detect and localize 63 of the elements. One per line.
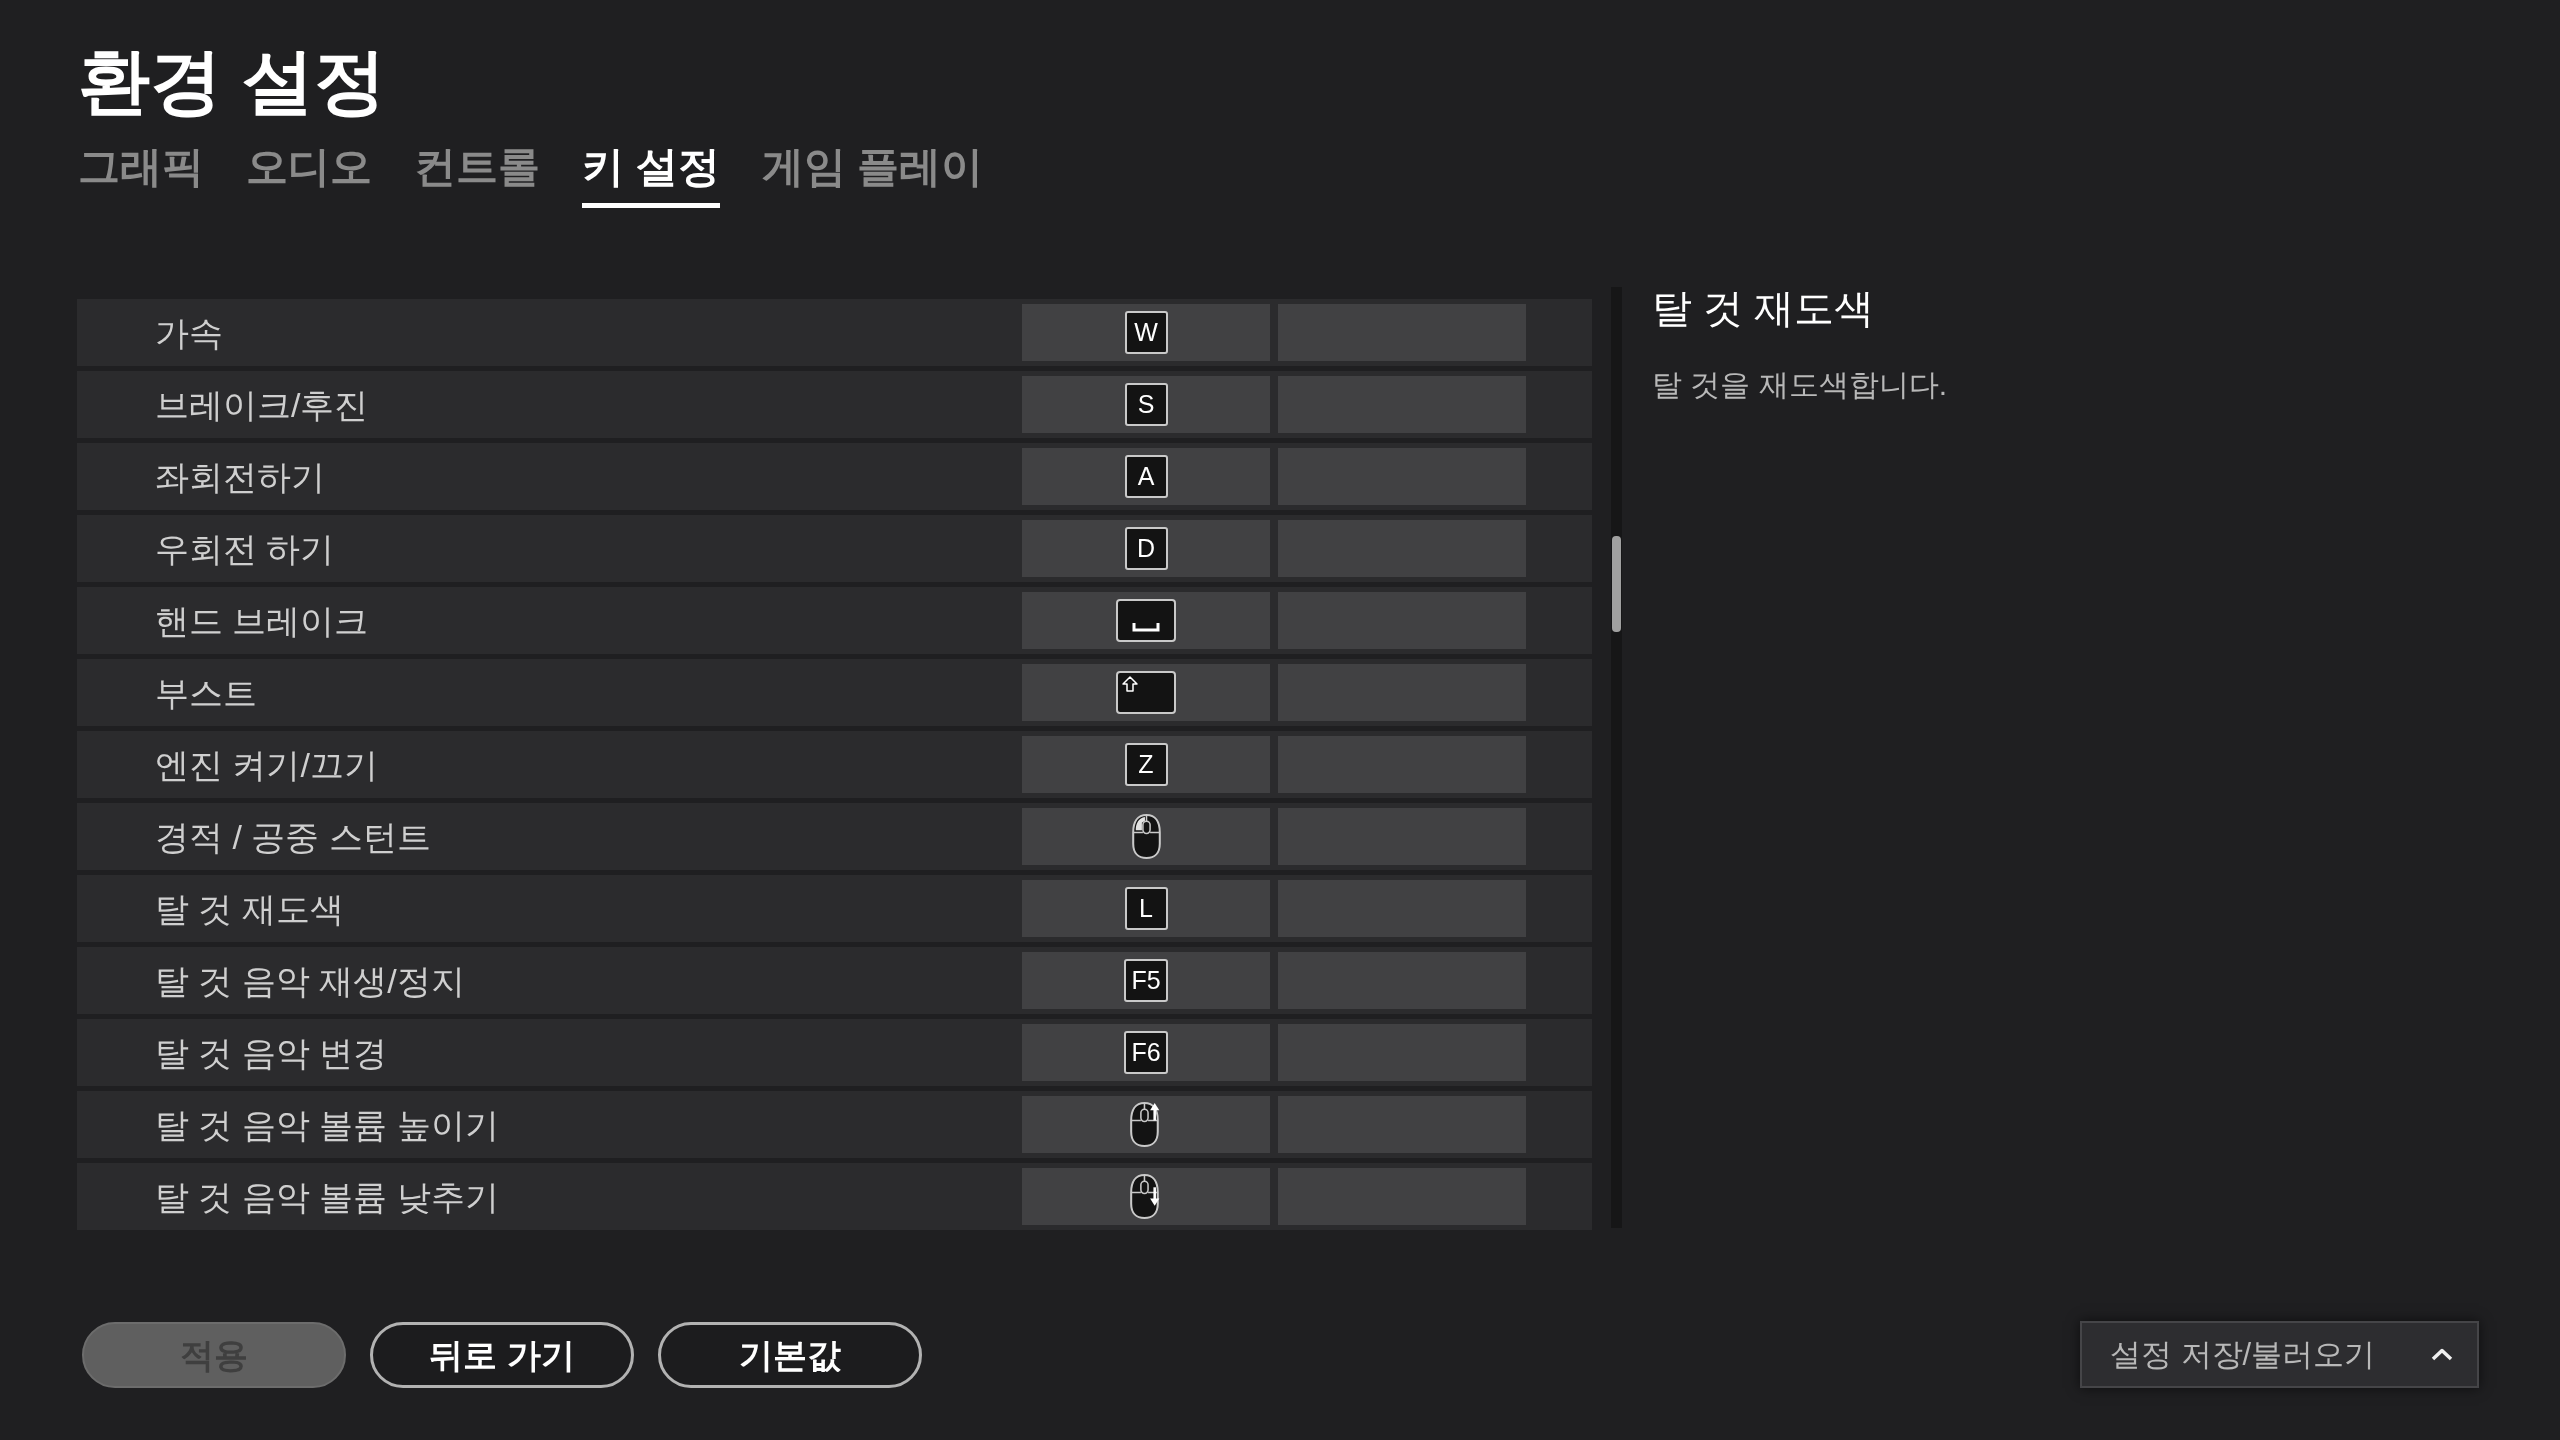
tab[interactable]: 오디오 (246, 146, 372, 208)
tab[interactable]: 컨트롤 (414, 146, 540, 208)
action-label: 탈 것 재도색 (155, 891, 345, 926)
binding-row[interactable]: 탈 것 음악 볼륨 높이기 (77, 1091, 1592, 1158)
binding-row[interactable]: 브레이크/후진 S (77, 371, 1592, 438)
key-binding-slot[interactable] (1022, 808, 1270, 865)
action-label: 엔진 켜기/끄기 (155, 747, 379, 782)
action-label: 경적 / 공중 스턴트 (155, 819, 432, 854)
binding-row[interactable]: 우회전 하기 D (77, 515, 1592, 582)
key-binding-slot[interactable]: A (1022, 448, 1270, 505)
space-key-icon (1116, 599, 1176, 642)
action-label: 가속 (155, 315, 224, 350)
shift-key-icon (1116, 671, 1176, 714)
key-cap: A (1124, 455, 1168, 498)
key-binding-slot[interactable] (1022, 1168, 1270, 1225)
detail-description: 탈 것을 재도색합니다. (1652, 370, 1947, 400)
key-binding-slot[interactable] (1022, 592, 1270, 649)
action-label: 좌회전하기 (155, 459, 326, 494)
binding-row[interactable]: 탈 것 음악 볼륨 낮추기 (77, 1163, 1592, 1230)
detail-title: 탈 것 재도색 (1652, 288, 1876, 328)
key-binding-slot[interactable]: F5 (1022, 952, 1270, 1009)
key-binding-slot[interactable]: L (1022, 880, 1270, 937)
binding-row[interactable]: 경적 / 공중 스턴트 (77, 803, 1592, 870)
action-button[interactable]: 기본값 (658, 1321, 922, 1388)
action-label: 탈 것 음악 변경 (155, 1035, 389, 1070)
key-cap: D (1124, 527, 1168, 570)
action-label: 부스트 (155, 675, 258, 710)
binding-row[interactable]: 좌회전하기 A (77, 443, 1592, 510)
key-binding-slot[interactable] (1022, 1096, 1270, 1153)
key-binding-slot[interactable]: W (1022, 304, 1270, 361)
key-binding-slot[interactable] (1022, 664, 1270, 721)
key-cap: S (1124, 383, 1168, 426)
key-binding-slot[interactable]: F6 (1022, 1024, 1270, 1081)
key-cap: F5 (1124, 959, 1168, 1002)
binding-row[interactable]: 탈 것 음악 재생/정지 F5 (77, 947, 1592, 1014)
key-cap: F6 (1124, 1031, 1168, 1074)
binding-row[interactable]: 가속 W (77, 299, 1592, 366)
key-binding-slot[interactable]: S (1022, 376, 1270, 433)
action-label: 핸드 브레이크 (155, 603, 370, 638)
action-label: 브레이크/후진 (155, 387, 370, 422)
key-cap: Z (1124, 743, 1168, 786)
binding-row[interactable]: 부스트 (77, 659, 1592, 726)
tab[interactable]: 키 설정 (582, 146, 720, 208)
action-label: 탈 것 음악 볼륨 낮추기 (155, 1179, 500, 1214)
binding-row[interactable]: 탈 것 음악 변경 F6 (77, 1019, 1592, 1086)
page-title: 환경 설정 (78, 45, 387, 117)
chevron-up-icon (2431, 1348, 2453, 1361)
key-cap: W (1124, 311, 1168, 354)
key-binding-slot[interactable]: Z (1022, 736, 1270, 793)
mouse-left-click-icon (1130, 814, 1162, 859)
key-binding-slot[interactable]: D (1022, 520, 1270, 577)
binding-row[interactable]: 탈 것 재도색 L (77, 875, 1592, 942)
action-label: 탈 것 음악 재생/정지 (155, 963, 466, 998)
action-label: 우회전 하기 (155, 531, 336, 566)
tab[interactable]: 그래픽 (78, 146, 204, 208)
action-button[interactable]: 뒤로 가기 (370, 1321, 634, 1388)
action-label: 탈 것 음악 볼륨 높이기 (155, 1107, 500, 1142)
preset-dropdown[interactable]: 설정 저장/불러오기 (2080, 1321, 2479, 1388)
scrollbar-thumb[interactable] (1612, 536, 1621, 632)
binding-row[interactable]: 엔진 켜기/끄기 Z (77, 731, 1592, 798)
tab[interactable]: 게임 플레이 (761, 146, 984, 208)
binding-row[interactable]: 핸드 브레이크 (77, 587, 1592, 654)
key-cap: L (1124, 887, 1168, 930)
